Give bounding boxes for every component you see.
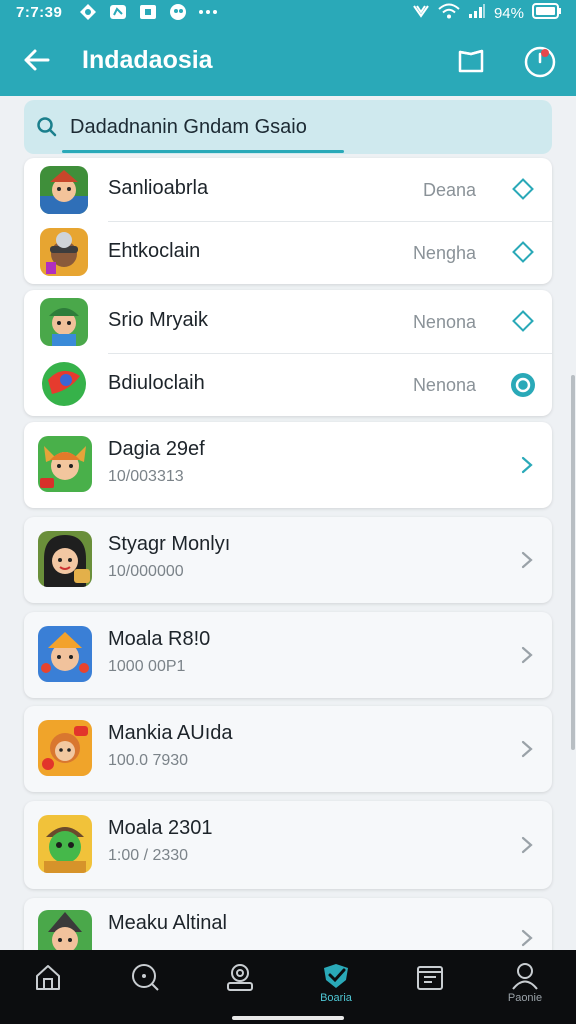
mail-notification-icon (108, 3, 128, 21)
item-name: Moala R8!0 (108, 628, 211, 650)
app-icon (40, 360, 88, 408)
item-tag: Nenona (412, 375, 476, 395)
app-icon (40, 228, 88, 276)
list-item[interactable]: Srio Mryaik Nenona (24, 290, 552, 353)
item-name: Sanlioabrla (108, 177, 209, 199)
list-card[interactable]: Meaku Altinal (24, 898, 552, 958)
list-card[interactable]: Mankia AUıda 100.0 7930 (24, 706, 552, 792)
person-icon (512, 963, 538, 990)
diamond-toggle-icon[interactable] (512, 241, 534, 263)
nav-search[interactable] (115, 962, 175, 1012)
list-item[interactable]: Bdiuloclaih Nenona (24, 353, 552, 416)
nav-home[interactable] (18, 962, 78, 1012)
item-name: Dagia 29ef (108, 438, 205, 460)
app-icon (40, 166, 88, 214)
profile-badge-icon (227, 964, 253, 991)
timer-button[interactable] (520, 42, 560, 82)
battery-icon (532, 3, 562, 23)
home-icon (36, 965, 60, 990)
chevron-right-icon (521, 740, 533, 758)
list-item[interactable]: Sanlioabrla Deana (24, 158, 552, 221)
item-tag: Nenona (412, 312, 476, 332)
chevron-right-icon (521, 836, 533, 854)
item-subtitle: 1000 00P1 (108, 658, 186, 675)
message-notification-icon (138, 3, 158, 21)
item-subtitle: 10/003313 (108, 468, 184, 485)
item-subtitle: 10/000000 (108, 563, 184, 580)
search-underline (62, 150, 344, 153)
app-icon (38, 815, 92, 873)
item-subtitle: 100.0 7930 (108, 752, 189, 769)
nav-shield-active[interactable]: Boaria (306, 962, 366, 1012)
page-title: Indadaosia (82, 46, 213, 74)
back-button[interactable] (18, 42, 54, 78)
shield-check-icon (324, 964, 348, 988)
search-icon (37, 117, 57, 137)
item-tag: Deana (422, 180, 476, 200)
item-name: Bdiuloclaih (108, 372, 205, 394)
item-tag: Nengha (412, 243, 476, 263)
nav-profile-badge[interactable] (210, 962, 270, 1012)
item-name: Meaku Altinal (108, 912, 227, 934)
wifi-icon (438, 3, 460, 23)
item-name: Ehtkoclain (108, 240, 201, 262)
nav-folder[interactable] (400, 962, 460, 1012)
nav-label: Paonie (507, 992, 543, 1004)
list-card[interactable]: Dagia 29ef 10/003313 (24, 422, 552, 508)
status-bar: 7:7:39 94% (0, 0, 576, 26)
settings-group-1: Sanlioabrla Deana Ehtkoclain Nengha (24, 158, 552, 284)
nav-label: Boaria (320, 992, 352, 1004)
search-bar[interactable]: Dadadnanin Gndam Gsaio (24, 100, 552, 154)
item-subtitle: 1:00 / 2330 (108, 847, 189, 864)
more-dots-icon (198, 3, 218, 21)
back-arrow-icon (24, 49, 50, 71)
bottom-navigation: Boaria Paonie (0, 950, 576, 1024)
app-header: 7:7:39 94% Indadaosia (0, 0, 576, 96)
home-indicator (232, 1016, 344, 1020)
search-icon (132, 964, 159, 991)
list-card[interactable]: Moala 2301 1:00 / 2330 (24, 801, 552, 889)
list-card[interactable]: Styagr Monlyı 10/000000 (24, 517, 552, 603)
signal-icon (468, 3, 486, 23)
app-notification-icon (168, 3, 188, 21)
chevron-right-icon (521, 551, 533, 569)
book-icon (458, 49, 484, 73)
app-icon (38, 436, 92, 492)
item-name: Moala 2301 (108, 817, 213, 839)
app-icon (40, 298, 88, 346)
app-icon (38, 531, 92, 587)
search-input[interactable]: Dadadnanin Gndam Gsaio (70, 116, 307, 139)
bookmark-button[interactable] (452, 42, 490, 80)
scrollbar[interactable] (571, 375, 575, 750)
nfc-icon (412, 3, 430, 23)
app-icon (38, 626, 92, 682)
app-icon (38, 720, 92, 776)
settings-group-2: Srio Mryaik Nenona Bdiuloclaih Nenona (24, 290, 552, 416)
timer-icon (524, 46, 556, 78)
radio-selected-icon[interactable] (510, 372, 536, 398)
folder-icon (417, 966, 443, 990)
item-name: Styagr Monlyı (108, 533, 231, 555)
item-name: Mankia AUıda (108, 722, 233, 744)
chevron-right-icon (521, 646, 533, 664)
chevron-right-icon (521, 929, 533, 947)
chevron-right-icon (521, 456, 533, 474)
list-card[interactable]: Moala R8!0 1000 00P1 (24, 612, 552, 698)
diamond-toggle-icon[interactable] (512, 178, 534, 200)
list-item[interactable]: Ehtkoclain Nengha (24, 221, 552, 284)
status-time: 7:7:39 (16, 4, 63, 21)
item-name: Srio Mryaik (108, 309, 209, 331)
notification-icon (78, 3, 98, 21)
nav-person[interactable]: Paonie (495, 962, 555, 1012)
battery-percent: 94% (493, 4, 524, 22)
diamond-toggle-icon[interactable] (512, 310, 534, 332)
